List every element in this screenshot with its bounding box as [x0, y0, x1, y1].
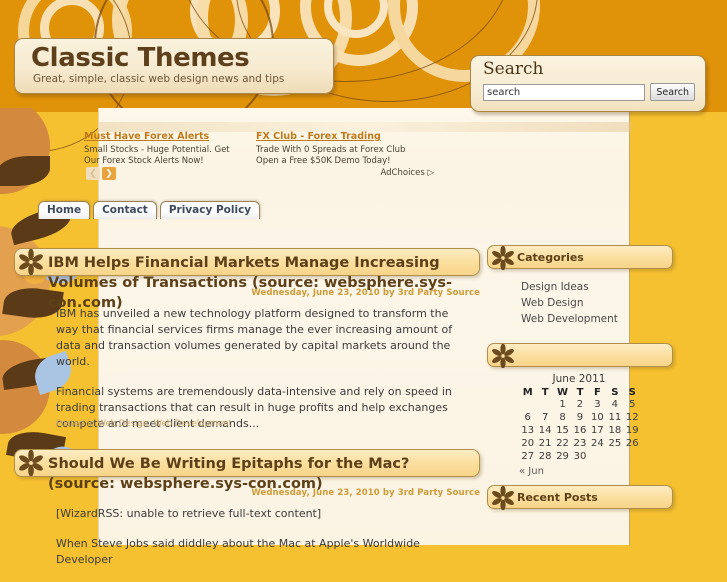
- ad-item: Must Have Forex Alerts Small Stocks - Hu…: [84, 131, 246, 166]
- calendar-day-header: W: [557, 387, 569, 398]
- ad-item: FX Club - Forex Trading Trade With 0 Spr…: [256, 131, 418, 166]
- search-heading: Search: [483, 59, 544, 79]
- calendar-day-cell: 26: [625, 438, 639, 449]
- adchoices-link[interactable]: AdChoices ▷: [380, 168, 434, 178]
- calendar-day-header: T: [541, 387, 549, 398]
- calendar-day-cell: 13: [521, 425, 535, 436]
- category-link-web-design[interactable]: Web Design: [98, 419, 149, 429]
- search-form: Search: [483, 83, 695, 101]
- post-body: [WizardRSS: unable to retrieve full-text…: [56, 506, 466, 582]
- calendar-day-cell: 8: [559, 412, 566, 423]
- flower-icon: [19, 249, 43, 275]
- calendar-week-row: 1 2 3 4 5: [519, 398, 641, 411]
- calendar-day-cell: 22: [556, 438, 569, 449]
- calendar-day-header: F: [593, 387, 601, 398]
- calendar-day-cell: 30: [573, 451, 587, 462]
- widget-header-recent-posts: Recent Posts: [487, 485, 673, 510]
- posted-in-label: Posted in: [56, 419, 98, 429]
- calendar-day-header: S: [628, 387, 636, 398]
- primary-navigation: Home Contact Privacy Policy: [38, 201, 261, 219]
- calendar-day-cell: 20: [521, 438, 535, 449]
- calendar-day-cell: [536, 398, 553, 411]
- post-title-link[interactable]: IBM Helps Financial Markets Manage Incre…: [48, 253, 488, 313]
- post-paragraph: When Steve Jobs said diddley about the M…: [56, 537, 420, 566]
- nav-tab-privacy-policy[interactable]: Privacy Policy: [159, 201, 261, 219]
- widget-title: Recent Posts: [517, 491, 598, 504]
- calendar-day-cell: 6: [524, 412, 531, 423]
- category-list-item[interactable]: Design Ideas: [521, 279, 677, 295]
- calendar-day-cell: 1: [559, 399, 566, 410]
- calendar-day-cell: 28: [538, 451, 552, 462]
- calendar-day-cell: 12: [625, 412, 639, 423]
- calendar-day-cell: 29: [556, 451, 569, 462]
- calendar-day-cell: 18: [608, 425, 622, 436]
- calendar-week-row: 13 14 15 16 17 18 19: [519, 424, 641, 437]
- widget-title: Categories: [517, 251, 584, 264]
- post-title-link[interactable]: Should We Be Writing Epitaphs for the Ma…: [48, 454, 478, 494]
- ad-title-link[interactable]: Must Have Forex Alerts: [84, 131, 246, 143]
- calendar-day-cell: 14: [538, 425, 552, 436]
- calendar-day-cell: 4: [611, 399, 618, 410]
- category-list-item[interactable]: Web Design: [521, 295, 677, 311]
- search-widget: Search Search: [470, 55, 706, 112]
- ad-description: Trade With 0 Spreads at Forex Club Open …: [256, 145, 406, 166]
- post-paragraph: IBM has unveiled a new technology platfo…: [56, 307, 453, 368]
- calendar-day-header: S: [611, 387, 619, 398]
- calendar-day-cell: 25: [608, 438, 622, 449]
- ad-next-arrow-icon[interactable]: ❯: [102, 167, 116, 180]
- calendar-day-cell: 16: [573, 425, 587, 436]
- calendar-day-cell: 9: [576, 412, 584, 423]
- widget-header-categories: Categories: [487, 245, 673, 270]
- calendar-day-cell: 2: [576, 399, 584, 410]
- search-input[interactable]: [483, 83, 646, 101]
- calendar-day-cell: 19: [625, 425, 639, 436]
- nav-tab-home[interactable]: Home: [38, 201, 91, 219]
- flower-icon: [19, 450, 43, 476]
- calendar-week-row: 27 28 29 30: [519, 450, 641, 463]
- calendar-day-header: M: [522, 387, 533, 398]
- categories-list: Design Ideas Web Design Web Development: [487, 275, 677, 337]
- ad-prev-arrow-icon[interactable]: ❮: [86, 167, 100, 180]
- calendar-table: M T W T F S S 1 2 3 4 5 6 7 8 9 10 11 12…: [519, 387, 641, 463]
- site-tagline: Great, simple, classic web design news a…: [33, 73, 285, 85]
- calendar-day-cell: 7: [541, 412, 549, 423]
- calendar-day-cell: 27: [521, 451, 535, 462]
- search-button[interactable]: Search: [650, 83, 695, 101]
- ad-title-link[interactable]: FX Club - Forex Trading: [256, 131, 418, 143]
- category-list-item[interactable]: Web Development: [521, 311, 677, 327]
- category-link-web-development[interactable]: Web Development: [154, 419, 232, 429]
- post-paragraph: [WizardRSS: unable to retrieve full-text…: [56, 507, 322, 520]
- widget-header-calendar: [487, 343, 673, 368]
- flower-icon: [492, 344, 514, 368]
- calendar-day-cell: 17: [591, 425, 604, 436]
- calendar-day-cell: 3: [594, 399, 601, 410]
- nav-tab-contact[interactable]: Contact: [93, 201, 157, 219]
- sidebar: Categories Design Ideas Web Design Web D…: [487, 245, 677, 515]
- advertisement-block: Must Have Forex Alerts Small Stocks - Hu…: [84, 131, 434, 181]
- ad-description: Small Stocks - Huge Potential. Get Our F…: [84, 145, 230, 166]
- calendar-week-row: 20 21 22 23 24 25 26: [519, 437, 641, 450]
- site-title[interactable]: Classic Themes: [31, 44, 333, 72]
- calendar-day-cell: [606, 450, 623, 463]
- calendar-day-cell: [589, 450, 606, 463]
- calendar-day-cell: 21: [538, 438, 552, 449]
- posted-in: Posted in Web Design, Web Development: [56, 419, 232, 429]
- flower-icon: [492, 246, 514, 270]
- calendar-day-cell: 10: [591, 412, 604, 423]
- calendar-day-cell: 15: [556, 425, 569, 436]
- calendar-caption: June 2011: [552, 373, 606, 385]
- calendar-day-cell: 24: [591, 438, 604, 449]
- calendar-week-row: 6 7 8 9 10 11 12: [519, 411, 641, 424]
- calendar-day-cell: 23: [573, 438, 587, 449]
- flower-icon: [492, 486, 514, 510]
- calendar-prev-month-link[interactable]: « Jun: [519, 466, 677, 477]
- calendar-day-header-row: M T W T F S S: [519, 387, 641, 398]
- site-header: Classic Themes Great, simple, classic we…: [14, 38, 334, 94]
- calendar-day-cell: 11: [608, 412, 622, 423]
- calendar-day-cell: [624, 450, 641, 463]
- calendar-widget: June 2011 M T W T F S S 1 2 3 4 5 6 7 8 …: [519, 373, 677, 463]
- calendar-day-cell: 5: [629, 399, 636, 410]
- calendar-day-header: T: [576, 387, 584, 398]
- calendar-day-cell: [519, 398, 536, 411]
